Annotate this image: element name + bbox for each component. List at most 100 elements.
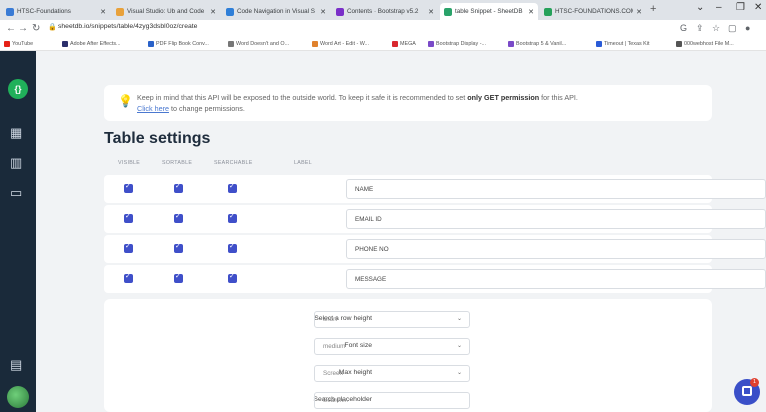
- google-icon[interactable]: G: [680, 23, 687, 33]
- tab-favicon-icon: [226, 7, 234, 16]
- chart-icon[interactable]: ▥: [10, 155, 22, 171]
- bookmark-youtube[interactable]: YouTube: [4, 41, 33, 47]
- window-close-icon[interactable]: ✕: [754, 2, 762, 13]
- tab-sheetdb-active[interactable]: table Snippet - SheetDB ✕: [440, 3, 538, 20]
- bookmark-after-effects[interactable]: Adobe After Effects...: [62, 41, 121, 47]
- tab-bootstrap-contents[interactable]: Contents · Bootstrap v5.2 ✕: [332, 3, 438, 20]
- bookmark-bootstrap-vanilla[interactable]: Bootstrap 5 & Vanil...: [508, 41, 566, 47]
- label-input[interactable]: PHONE NO: [346, 239, 766, 259]
- chevron-down-icon: ⌄: [456, 316, 462, 322]
- visible-checkbox[interactable]: [124, 182, 133, 193]
- lightbulb-icon: 💡: [118, 94, 133, 108]
- searchable-checkbox[interactable]: [228, 272, 237, 283]
- display-settings-card: Select a row height short ⌄ Font size me…: [104, 299, 712, 412]
- document-icon[interactable]: ▤: [10, 357, 22, 373]
- bookmark-pdf-flip[interactable]: PDF Flip Book Conv...: [148, 41, 209, 47]
- bookmark-icon: [312, 41, 318, 47]
- forward-icon[interactable]: →: [18, 23, 28, 34]
- tab-favicon-icon: [444, 7, 452, 16]
- tab-favicon-icon: [6, 7, 14, 16]
- tab-favicon-icon: [544, 7, 552, 16]
- sortable-checkbox[interactable]: [174, 182, 183, 193]
- bookmark-icon: [508, 41, 514, 47]
- maximize-icon[interactable]: ❐: [736, 2, 745, 13]
- chevron-down-icon: ⌄: [456, 370, 462, 376]
- sortable-checkbox[interactable]: [174, 242, 183, 253]
- visible-checkbox[interactable]: [124, 242, 133, 253]
- max-height-select[interactable]: Screen ⌄: [314, 365, 470, 382]
- chat-notification-badge: 1: [750, 378, 759, 387]
- close-icon[interactable]: ✕: [636, 8, 642, 16]
- searchable-checkbox[interactable]: [228, 182, 237, 193]
- lock-icon: 🔒: [48, 24, 57, 31]
- tab-search-icon[interactable]: ⌄: [696, 2, 704, 13]
- chat-icon: [742, 386, 752, 396]
- avatar[interactable]: [7, 386, 29, 408]
- row-height-select[interactable]: short ⌄: [314, 311, 470, 328]
- tab-visual-studio[interactable]: Visual Studio: Ub and Code ✕: [112, 3, 220, 20]
- bookmark-000webhost[interactable]: 000webhost File M...: [676, 41, 734, 47]
- tab-htsc-foundations[interactable]: HTSC-Foundations ✕: [2, 3, 110, 20]
- mega-icon: [392, 41, 398, 47]
- table-row: NAME: [104, 175, 766, 203]
- searchable-checkbox[interactable]: [228, 242, 237, 253]
- sheetdb-logo[interactable]: {}: [8, 79, 28, 99]
- reload-icon[interactable]: ↻: [32, 23, 40, 34]
- bookmark-bootstrap-display[interactable]: Bootstrap Display -...: [428, 41, 486, 47]
- share-icon[interactable]: ⇪: [696, 23, 704, 34]
- sortable-checkbox[interactable]: [174, 212, 183, 223]
- back-icon[interactable]: ←: [6, 23, 16, 34]
- main-content: 💡 Keep in mind that this API will be exp…: [36, 51, 766, 412]
- tab-htsc-foundations-com[interactable]: HTSC-FOUNDATIONS.COM ✕: [540, 3, 646, 20]
- bookmarks-bar: YouTube Adobe After Effects... PDF Flip …: [0, 38, 766, 51]
- table-row: MESSAGE: [104, 265, 766, 293]
- profile-icon[interactable]: ●: [745, 23, 750, 33]
- table-row: EMAIL ID: [104, 205, 766, 233]
- visible-checkbox[interactable]: [124, 212, 133, 223]
- table-row: PHONE NO: [104, 235, 766, 263]
- card-icon[interactable]: ▭: [10, 185, 22, 201]
- bookmark-icon: [428, 41, 434, 47]
- sidepanel-icon[interactable]: ▢: [728, 23, 737, 34]
- minimize-icon[interactable]: –: [716, 2, 722, 13]
- header-visible: VISIBLE: [118, 160, 141, 166]
- chevron-down-icon: ⌄: [456, 343, 462, 349]
- tab-favicon-icon: [336, 7, 344, 16]
- bookmark-icon: [228, 41, 234, 47]
- close-icon[interactable]: ✕: [428, 8, 434, 16]
- visible-checkbox[interactable]: [124, 272, 133, 283]
- close-icon[interactable]: ✕: [320, 8, 326, 16]
- tab-code-navigation[interactable]: Code Navigation in Visual S ✕: [222, 3, 330, 20]
- notice-text: Keep in mind that this API will be expos…: [137, 93, 578, 113]
- tab-favicon-icon: [116, 7, 124, 16]
- bookmark-word-art[interactable]: Word Art - Edit - W...: [312, 41, 369, 47]
- change-permissions-link[interactable]: Click here: [137, 104, 169, 113]
- label-input[interactable]: NAME: [346, 179, 766, 199]
- address-bar: ← → ↻ 🔒 sheetdb.io/snippets/table/4zyg3d…: [0, 20, 766, 38]
- bookmark-icon: [596, 41, 602, 47]
- table-icon[interactable]: ▦: [10, 125, 22, 141]
- search-placeholder-input[interactable]: Search...: [314, 392, 470, 409]
- bookmark-star-icon[interactable]: ☆: [712, 23, 720, 34]
- label-input[interactable]: EMAIL ID: [346, 209, 766, 229]
- bookmark-icon: [148, 41, 154, 47]
- bookmark-timeout[interactable]: Timeout | Texas Kit: [596, 41, 649, 47]
- font-size-select[interactable]: medium ⌄: [314, 338, 470, 355]
- bookmark-word-doesnt[interactable]: Word Doesn't and O...: [228, 41, 289, 47]
- close-icon[interactable]: ✕: [100, 8, 106, 16]
- url-field[interactable]: sheetdb.io/snippets/table/4zyg3dsbl0oz/c…: [58, 23, 197, 30]
- header-label: LABEL: [294, 160, 312, 166]
- close-icon[interactable]: ✕: [210, 8, 216, 16]
- app-sidebar: {} ▦ ▥ ▭ ▤: [0, 51, 36, 412]
- youtube-icon: [4, 41, 10, 47]
- new-tab-icon[interactable]: +: [650, 3, 656, 15]
- searchable-checkbox[interactable]: [228, 212, 237, 223]
- page-title: Table settings: [104, 130, 211, 147]
- browser-tab-bar: HTSC-Foundations ✕ Visual Studio: Ub and…: [0, 0, 766, 20]
- header-searchable: SEARCHABLE: [214, 160, 253, 166]
- header-sortable: SORTABLE: [162, 160, 193, 166]
- label-input[interactable]: MESSAGE: [346, 269, 766, 289]
- bookmark-mega[interactable]: MEGA: [392, 41, 416, 47]
- close-icon[interactable]: ✕: [528, 8, 534, 16]
- sortable-checkbox[interactable]: [174, 272, 183, 283]
